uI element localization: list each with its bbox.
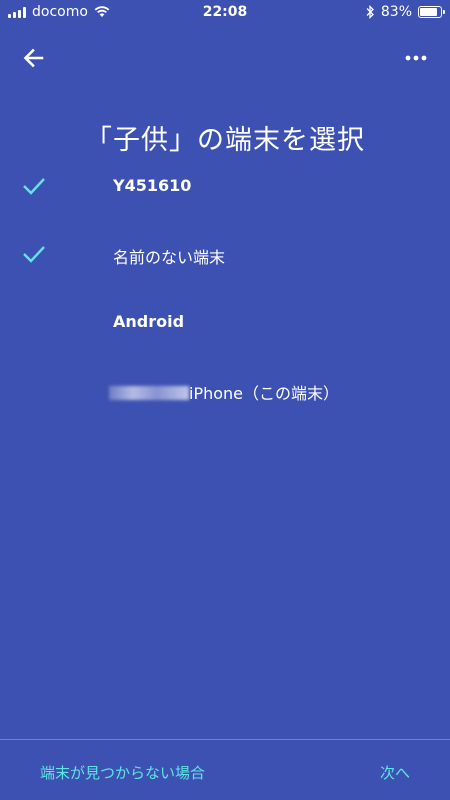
back-arrow-icon: [23, 48, 44, 68]
check-icon: [23, 246, 45, 263]
device-item[interactable]: iPhone（この端末）: [0, 356, 450, 424]
more-icon: [405, 55, 427, 61]
more-options-button[interactable]: [402, 44, 430, 72]
device-name-wrapper: iPhone（この端末）: [109, 380, 340, 404]
device-item[interactable]: Android: [0, 288, 450, 356]
screen: docomo 22:08 83% 「子供」の端末を選択 Y451610 名前のな…: [0, 0, 450, 800]
device-name: iPhone（この端末）: [189, 384, 340, 403]
status-right: 83%: [366, 4, 445, 20]
redacted-name-blur: [109, 386, 189, 400]
device-item[interactable]: Y451610: [0, 152, 450, 220]
back-button[interactable]: [20, 44, 48, 72]
status-bar: docomo 22:08 83%: [0, 0, 450, 24]
check-icon: [23, 178, 45, 195]
battery-percent: 83%: [380, 4, 412, 20]
device-not-found-link[interactable]: 端末が見つからない場合: [40, 762, 205, 783]
footer-bar: 端末が見つからない場合 次へ: [0, 739, 450, 800]
battery-icon: [418, 6, 445, 18]
battery-fill: [420, 8, 437, 16]
device-list: Y451610 名前のない端末 Android iPhone（この端末）: [0, 152, 450, 424]
next-button[interactable]: 次へ: [380, 762, 410, 783]
device-name: Android: [113, 312, 185, 331]
device-name: Y451610: [113, 176, 192, 195]
device-name: 名前のない端末: [113, 248, 226, 267]
device-item[interactable]: 名前のない端末: [0, 220, 450, 288]
bluetooth-icon: [366, 5, 374, 19]
